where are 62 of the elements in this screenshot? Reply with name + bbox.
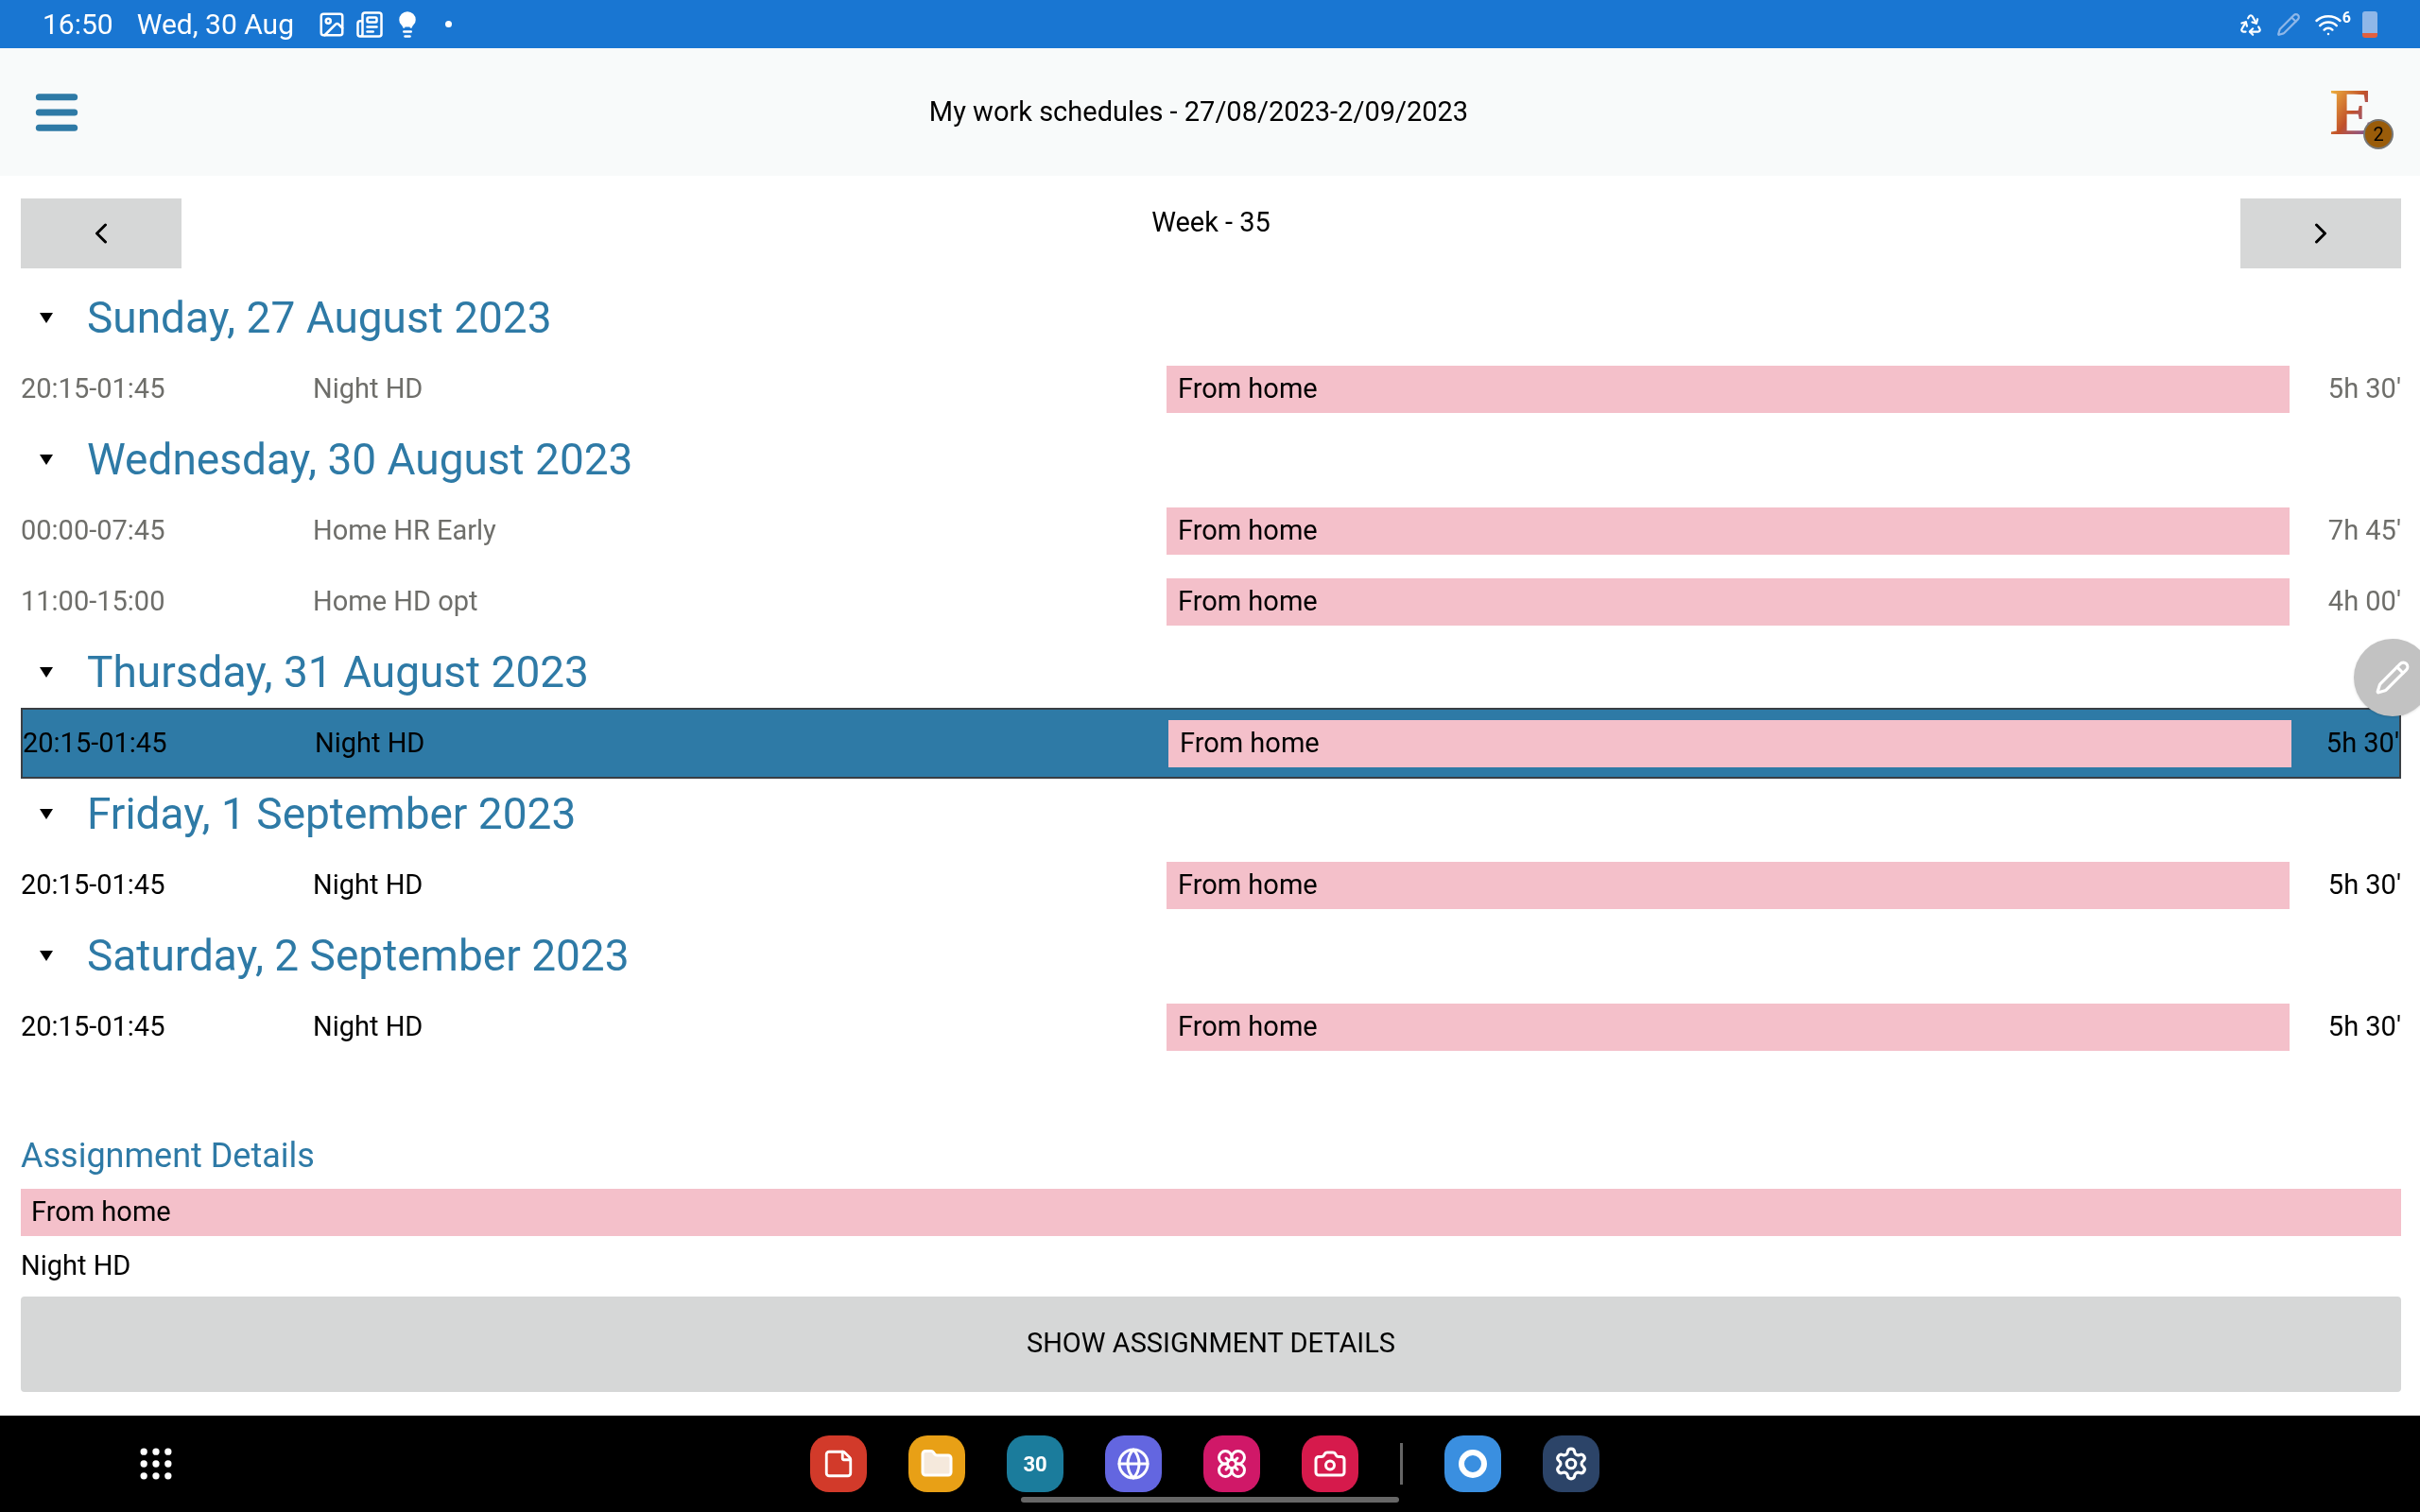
shift-name: Home HR Early bbox=[313, 512, 497, 548]
day-heading: Saturday, 2 September 2023 bbox=[87, 929, 630, 983]
settings-app-icon[interactable] bbox=[1543, 1435, 1599, 1492]
shift-duration: 5h 30' bbox=[2326, 1008, 2401, 1044]
triangle-icon bbox=[40, 313, 53, 323]
day-heading: Friday, 1 September 2023 bbox=[87, 787, 577, 841]
page-title: My work schedules - 27/08/2023-2/09/2023 bbox=[927, 94, 1470, 129]
assignment-tag: From home bbox=[21, 1189, 2401, 1236]
shift-name: Night HD bbox=[313, 370, 424, 406]
shift-row[interactable]: 20:15-01:45 Night HD From home 5h 30' bbox=[21, 850, 2401, 920]
details-heading: Assignment Details bbox=[21, 1135, 316, 1177]
assignment-tag: From home bbox=[1167, 861, 2290, 909]
day-heading: Thursday, 31 August 2023 bbox=[87, 645, 589, 699]
notes-app-icon[interactable] bbox=[810, 1435, 867, 1492]
calendar-app-icon[interactable]: 30 bbox=[1007, 1435, 1063, 1492]
shift-row[interactable]: 20:15-01:45 Night HD From home 5h 30' bbox=[21, 991, 2401, 1062]
shift-duration: 5h 30' bbox=[2326, 867, 2401, 902]
shift-row[interactable]: 20:15-01:45 Night HD From home 5h 30' bbox=[21, 353, 2401, 424]
triangle-icon bbox=[40, 809, 53, 819]
shift-row[interactable]: 11:00-15:00 Home HD opt From home 4h 00' bbox=[21, 566, 2401, 637]
shift-row[interactable]: 00:00-07:45 Home HR Early From home 7h 45' bbox=[21, 495, 2401, 566]
assignment-tag: From home bbox=[1167, 1003, 2290, 1051]
day-heading: Sunday, 27 August 2023 bbox=[87, 291, 552, 345]
pen-icon bbox=[2275, 11, 2301, 37]
assignment-tag: From home bbox=[1167, 577, 2290, 626]
shift-name: Home HD opt bbox=[313, 583, 479, 619]
shift-name: Night HD bbox=[313, 1008, 424, 1044]
shift-time: 11:00-15:00 bbox=[21, 583, 166, 619]
shift-name: Night HD bbox=[315, 725, 426, 761]
assistant-app-icon[interactable] bbox=[1444, 1435, 1501, 1492]
week-label: Week - 35 bbox=[1150, 205, 1271, 240]
shift-time: 20:15-01:45 bbox=[21, 1008, 166, 1044]
triangle-icon bbox=[40, 951, 53, 961]
triangle-icon bbox=[40, 667, 53, 678]
shift-duration: 5h 30' bbox=[2326, 370, 2401, 406]
camera-app-icon[interactable] bbox=[1302, 1435, 1358, 1492]
shift-name: Night HD bbox=[313, 867, 424, 902]
status-time: 16:50 bbox=[43, 7, 113, 43]
shift-time: 20:15-01:45 bbox=[23, 725, 168, 761]
folder-app-icon[interactable] bbox=[908, 1435, 965, 1492]
shift-name: Night HD bbox=[21, 1248, 132, 1283]
flower-app-icon[interactable] bbox=[1203, 1435, 1260, 1492]
shift-duration: 7h 45' bbox=[2326, 512, 2401, 548]
shift-duration: 4h 00' bbox=[2326, 583, 2401, 619]
browser-app-icon[interactable] bbox=[1105, 1435, 1162, 1492]
shift-duration: 5h 30' bbox=[2325, 725, 2399, 761]
shift-time: 20:15-01:45 bbox=[21, 370, 166, 406]
news-icon bbox=[355, 9, 384, 39]
assignment-tag: From home bbox=[1167, 365, 2290, 413]
show-details-button[interactable]: SHOW ASSIGNMENT DETAILS bbox=[21, 1296, 2401, 1392]
day-heading: Wednesday, 30 August 2023 bbox=[87, 433, 633, 487]
shift-row[interactable]: 20:15-01:45 Night HD From home 5h 30' bbox=[21, 708, 2401, 779]
triangle-icon bbox=[40, 455, 53, 465]
assignment-tag: From home bbox=[1167, 507, 2290, 555]
wifi-band-label: 6 bbox=[2342, 7, 2351, 28]
status-date: Wed, 30 Aug bbox=[136, 7, 294, 43]
pencil-icon bbox=[2375, 660, 2411, 696]
assignment-tag: From home bbox=[1168, 719, 2291, 767]
shift-time: 20:15-01:45 bbox=[21, 867, 166, 902]
edit-button[interactable] bbox=[2354, 639, 2420, 716]
battery-icon bbox=[2362, 10, 2377, 38]
shift-time: 00:00-07:45 bbox=[21, 512, 166, 548]
